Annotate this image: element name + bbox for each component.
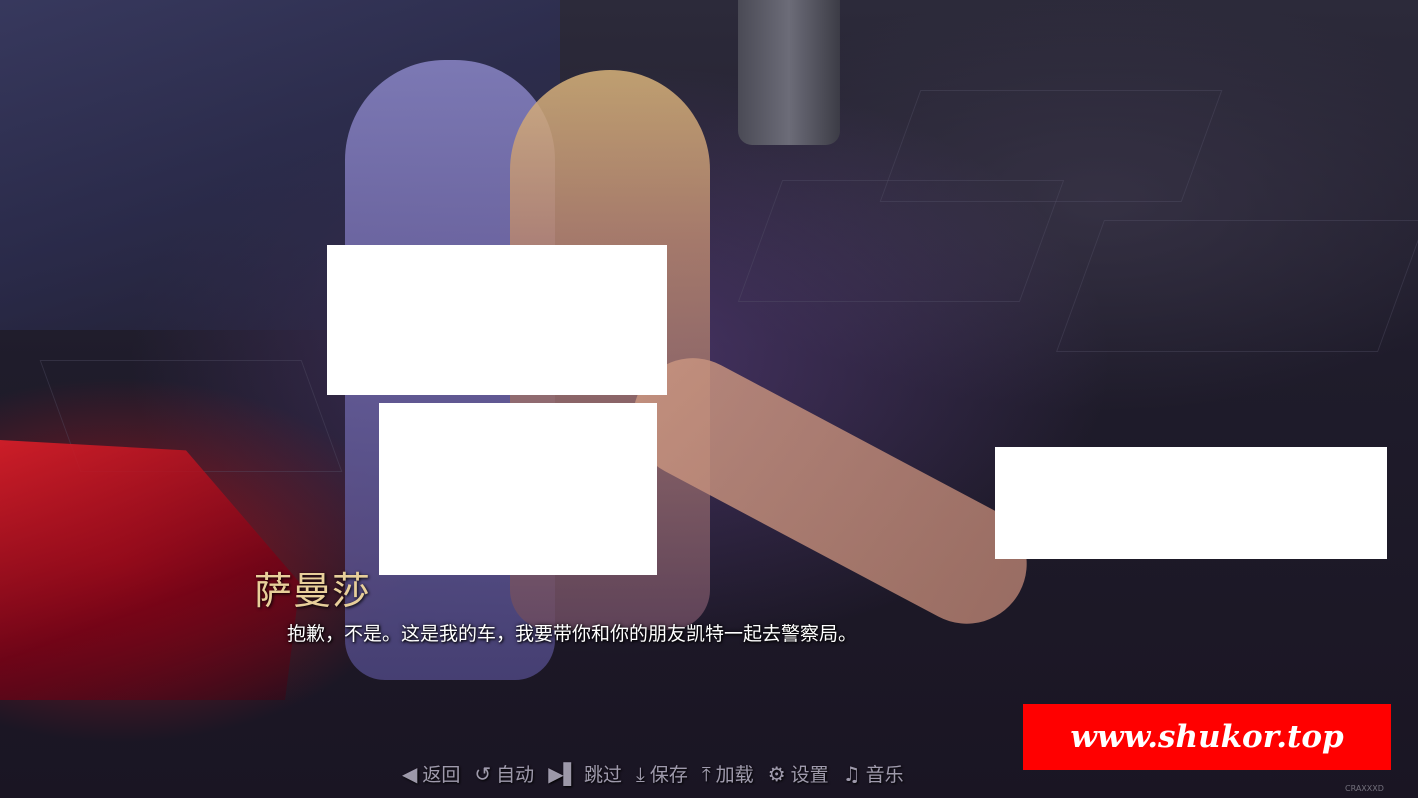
load-icon: ⤒ <box>701 761 711 786</box>
back-icon: ◀ <box>402 761 418 786</box>
quick-menu: ◀ 返回 ↺ 自动 ▶▌ 跳过 ⤓ 保存 ⤒ 加载 ⚙ 设置 ♫ 音乐 <box>402 760 904 787</box>
skip-icon: ▶▌ <box>548 761 579 786</box>
load-label: 加载 <box>715 764 754 786</box>
censor-box <box>995 447 1387 559</box>
music-label: 音乐 <box>865 764 904 786</box>
save-button[interactable]: ⤓ 保存 <box>636 760 688 787</box>
auto-button[interactable]: ↺ 自动 <box>474 760 534 787</box>
load-button[interactable]: ⤒ 加载 <box>702 760 754 787</box>
skip-button[interactable]: ▶▌ 跳过 <box>548 760 622 787</box>
censor-box <box>379 403 657 575</box>
watermark-text: www.shukor.top <box>1070 719 1344 755</box>
settings-button[interactable]: ⚙ 设置 <box>768 760 829 787</box>
watermark-banner: www.shukor.top <box>1023 704 1391 770</box>
censor-box <box>327 245 667 395</box>
credit-text: CRAXXXD <box>1345 784 1384 793</box>
auto-label: 自动 <box>496 764 535 786</box>
speaker-name: 萨曼莎 <box>254 569 372 613</box>
settings-label: 设置 <box>790 764 829 786</box>
game-scene-background[interactable] <box>0 0 1418 798</box>
stone-pillar <box>738 0 840 145</box>
floor-tile <box>737 180 1065 302</box>
back-label: 返回 <box>422 764 461 786</box>
auto-icon: ↺ <box>474 761 492 786</box>
gear-icon: ⚙ <box>767 761 786 786</box>
save-label: 保存 <box>649 764 688 786</box>
save-icon: ⤓ <box>635 761 645 786</box>
back-button[interactable]: ◀ 返回 <box>402 760 460 787</box>
skip-label: 跳过 <box>583 764 622 786</box>
music-icon: ♫ <box>842 761 861 786</box>
dialogue-text: 抱歉，不是。这是我的车，我要带你和你的朋友凯特一起去警察局。 <box>287 623 858 645</box>
music-button[interactable]: ♫ 音乐 <box>843 760 904 787</box>
floor-tile <box>1055 220 1418 352</box>
